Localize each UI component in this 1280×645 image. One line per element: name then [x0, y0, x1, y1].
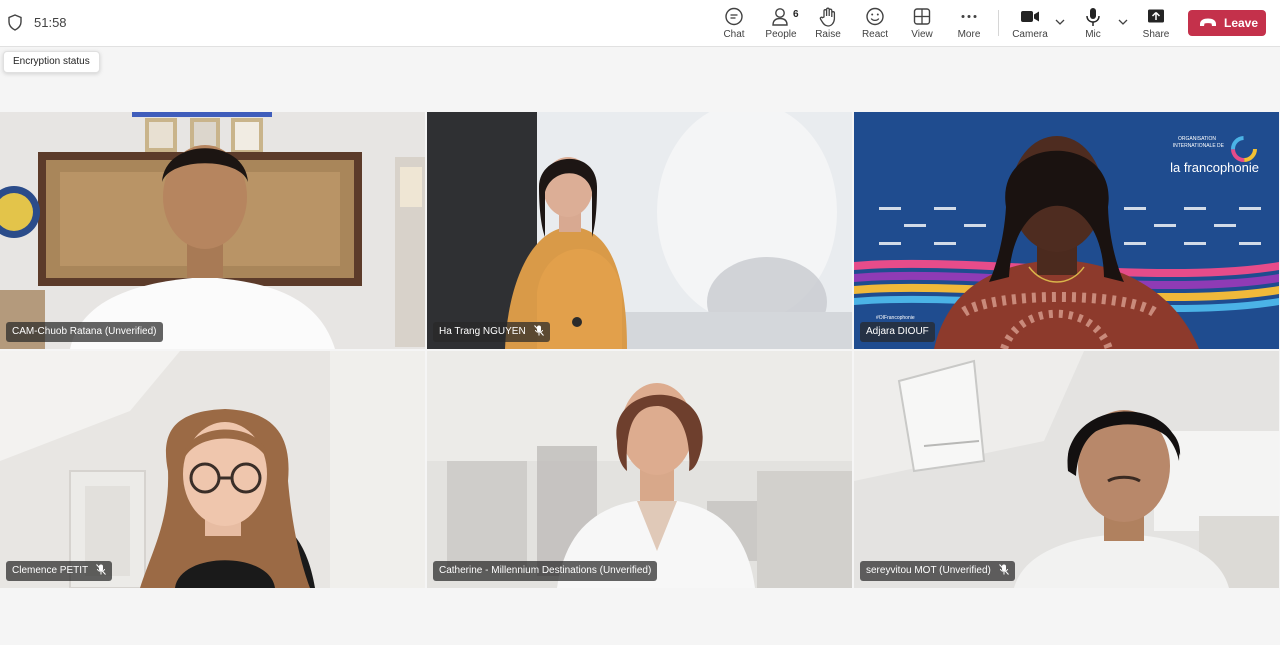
smile-icon — [866, 7, 884, 26]
backdrop-org-line1: ORGANISATION — [1178, 136, 1216, 142]
mic-off-icon — [998, 564, 1009, 575]
participant-name-tag: Ha Trang NGUYEN — [433, 322, 550, 342]
participant-name: Catherine - Millennium Destinations (Unv… — [439, 565, 652, 576]
camera-label: Camera — [1012, 29, 1048, 40]
participant-video — [427, 112, 852, 349]
participant-name: Adjara DIOUF — [866, 326, 929, 337]
participant-video — [427, 351, 852, 588]
backdrop-org-line2: INTERNATIONALE DE — [1173, 143, 1225, 149]
participant-name: CAM-Chuob Ratana (Unverified) — [12, 326, 157, 337]
people-count: 6 — [793, 9, 799, 20]
shield-icon[interactable] — [8, 14, 22, 31]
mic-label: Mic — [1085, 29, 1101, 40]
participant-name: sereyvitou MOT (Unverified) — [866, 565, 991, 576]
chevron-down-icon[interactable] — [1117, 16, 1129, 28]
participant-video — [854, 351, 1279, 588]
camera-icon — [1021, 11, 1039, 22]
chevron-down-icon[interactable] — [1054, 16, 1066, 28]
share-button[interactable]: Share — [1132, 5, 1180, 43]
mic-off-icon — [96, 564, 107, 575]
participant-tile[interactable]: Catherine - Millennium Destinations (Unv… — [427, 351, 852, 588]
encryption-tooltip: Encryption status — [3, 51, 100, 73]
chat-icon — [725, 7, 743, 26]
participant-name-tag: Adjara DIOUF — [860, 322, 935, 342]
participant-video — [0, 112, 425, 349]
share-label: Share — [1142, 29, 1170, 40]
backdrop-handle: #OIFrancophonie — [876, 315, 915, 321]
participant-tile[interactable]: sereyvitou MOT (Unverified) — [854, 351, 1279, 588]
participant-name-tag: Catherine - Millennium Destinations (Unv… — [433, 561, 658, 581]
more-button[interactable]: More — [945, 5, 993, 43]
participant-name-tag: sereyvitou MOT (Unverified) — [860, 561, 1015, 581]
grid-view-icon — [913, 8, 931, 25]
leave-label: Leave — [1224, 16, 1259, 30]
camera-button[interactable]: Camera — [1006, 5, 1054, 43]
participant-tile[interactable]: ORGANISATION INTERNATIONALE DE la franco… — [854, 112, 1279, 349]
participant-tile[interactable]: CAM-Chuob Ratana (Unverified) — [0, 112, 425, 349]
mic-off-icon — [533, 325, 544, 336]
backdrop-brand: la francophonie — [1170, 160, 1259, 175]
participant-name-tag: CAM-Chuob Ratana (Unverified) — [6, 322, 163, 342]
more-icon — [961, 15, 977, 18]
participant-name: Ha Trang NGUYEN — [439, 326, 526, 337]
mic-button[interactable]: Mic — [1069, 5, 1117, 43]
more-label: More — [957, 29, 981, 40]
microphone-icon — [1086, 8, 1100, 26]
hang-up-icon — [1200, 18, 1216, 26]
raise-hand-icon — [819, 7, 836, 27]
toolbar-divider — [998, 10, 999, 36]
participant-video: ORGANISATION INTERNATIONALE DE la franco… — [854, 112, 1279, 349]
participant-name: Clemence PETIT — [12, 565, 89, 576]
participant-name-tag: Clemence PETIT — [6, 561, 113, 581]
participant-video — [0, 351, 425, 588]
participant-tile[interactable]: Ha Trang NGUYEN — [427, 112, 852, 349]
meeting-toolbar: 51:58 Chat 6 People Raise React View Mor… — [0, 0, 1280, 47]
call-timer: 51:58 — [34, 15, 67, 30]
participant-tile[interactable]: Clemence PETIT — [0, 351, 425, 588]
people-icon — [772, 8, 788, 26]
share-screen-icon — [1148, 9, 1164, 23]
leave-button[interactable]: Leave — [1188, 10, 1266, 36]
